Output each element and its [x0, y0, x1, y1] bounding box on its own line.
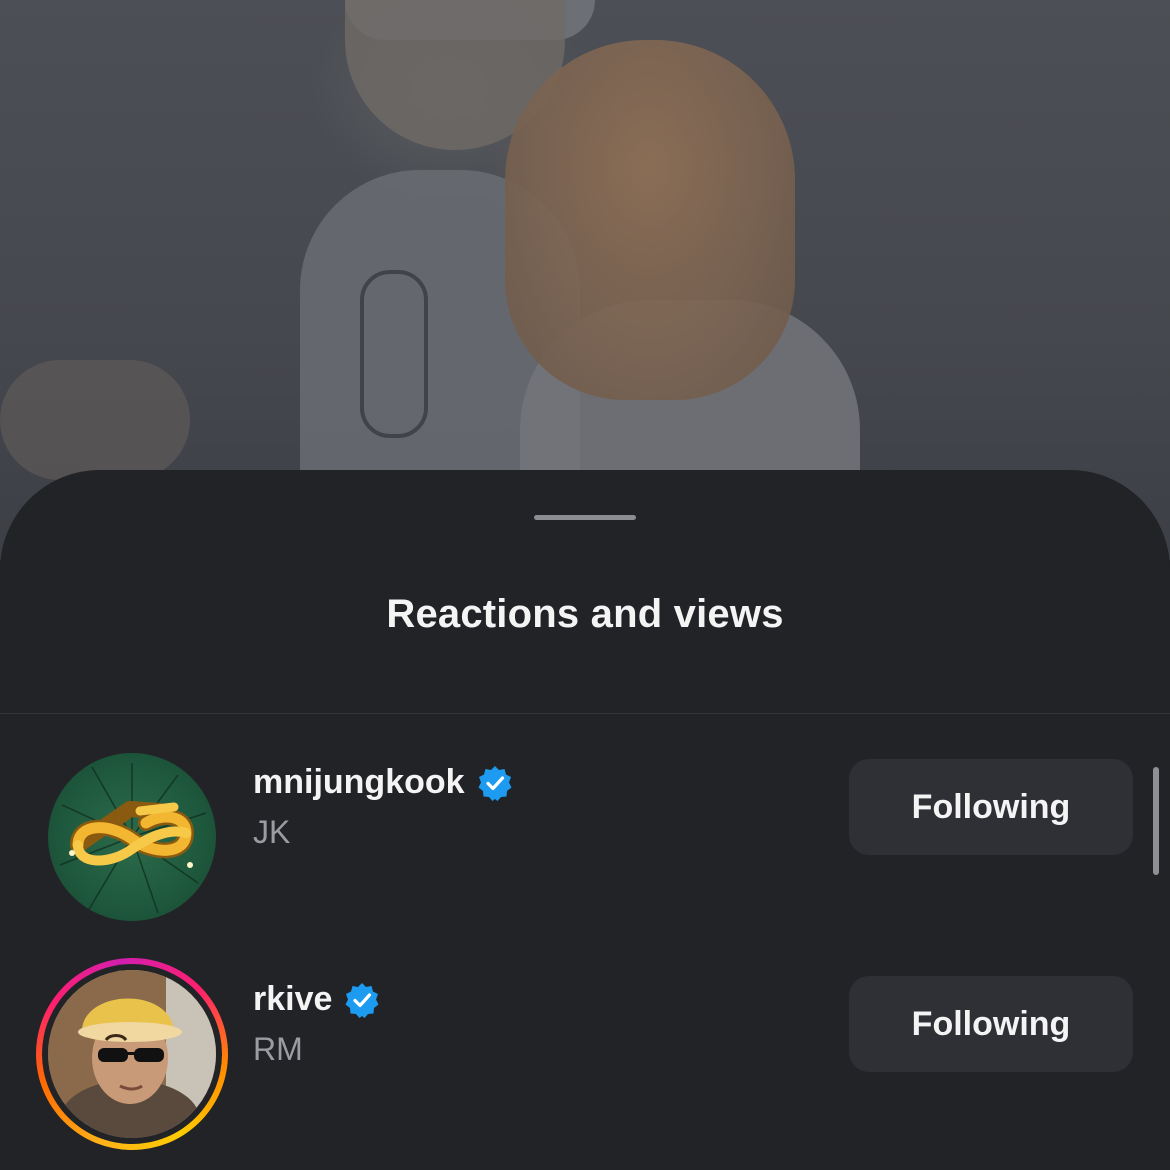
story-ring[interactable]	[36, 958, 228, 1150]
story-figure	[505, 40, 795, 400]
verified-badge-icon	[477, 765, 513, 801]
story-figure	[0, 360, 190, 480]
screen: Reactions and views mnijungkook JK Follo…	[0, 0, 1170, 1170]
username-line: rkive	[253, 980, 380, 1019]
person-photo-icon	[48, 970, 216, 1138]
username-line: mnijungkook	[253, 763, 513, 802]
reactions-sheet: Reactions and views mnijungkook JK Follo…	[0, 470, 1170, 1170]
display-name: JK	[253, 814, 291, 850]
sheet-title: Reactions and views	[386, 592, 784, 636]
story-figure	[360, 270, 428, 438]
avatar[interactable]	[48, 753, 216, 921]
username[interactable]: mnijungkook	[253, 763, 465, 802]
verified-badge-icon	[344, 982, 380, 1018]
following-button[interactable]: Following	[849, 976, 1133, 1072]
viewer-row[interactable]: mnijungkook JK Following	[0, 753, 1170, 923]
golden-infinity-logo-icon	[48, 753, 216, 921]
display-name: RM	[253, 1031, 303, 1067]
username[interactable]: rkive	[253, 980, 332, 1019]
divider	[0, 713, 1170, 714]
sheet-grabber-handle[interactable]	[534, 515, 636, 520]
viewer-row[interactable]: rkive RM Following	[0, 958, 1170, 1150]
following-button[interactable]: Following	[849, 759, 1133, 855]
